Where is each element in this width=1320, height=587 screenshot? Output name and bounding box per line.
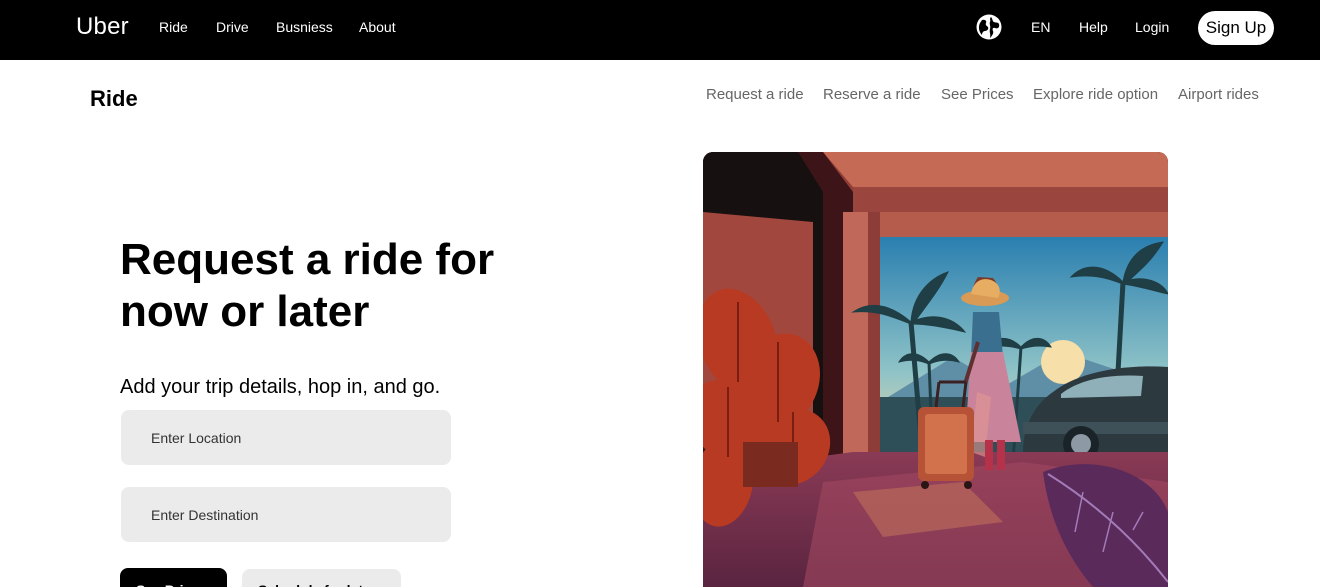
nav-about[interactable]: About bbox=[359, 19, 396, 35]
language-selector[interactable]: EN bbox=[1031, 19, 1050, 35]
hero-subtitle: Add your trip details, hop in, and go. bbox=[120, 376, 441, 398]
globe-icon[interactable] bbox=[976, 14, 1002, 40]
destination-input[interactable] bbox=[121, 487, 451, 542]
nav-help[interactable]: Help bbox=[1079, 19, 1108, 35]
subnav-airport-rides[interactable]: Airport rides bbox=[1178, 86, 1259, 103]
signup-button[interactable]: Sign Up bbox=[1198, 11, 1274, 45]
nav-drive[interactable]: Drive bbox=[216, 19, 249, 35]
subnav-request-ride[interactable]: Request a ride bbox=[706, 86, 804, 103]
uber-logo[interactable]: Uber bbox=[76, 13, 129, 41]
nav-ride[interactable]: Ride bbox=[159, 19, 188, 35]
nav-login[interactable]: Login bbox=[1135, 19, 1169, 35]
see-prices-button[interactable]: See Prices bbox=[120, 568, 227, 587]
subnav-explore-ride-option[interactable]: Explore ride option bbox=[1033, 86, 1158, 103]
top-nav: Uber Ride Drive Busniess About EN Help L… bbox=[0, 0, 1320, 60]
subnav-see-prices[interactable]: See Prices bbox=[941, 86, 1014, 103]
hero-illustration bbox=[703, 152, 1168, 587]
location-input[interactable] bbox=[121, 410, 451, 465]
subnav-reserve-ride[interactable]: Reserve a ride bbox=[823, 86, 921, 103]
nav-business[interactable]: Busniess bbox=[276, 19, 333, 35]
schedule-later-button[interactable]: Schedule for later bbox=[242, 569, 401, 587]
hero-title: Request a ride for now or later bbox=[120, 235, 495, 336]
section-title: Ride bbox=[90, 86, 138, 111]
